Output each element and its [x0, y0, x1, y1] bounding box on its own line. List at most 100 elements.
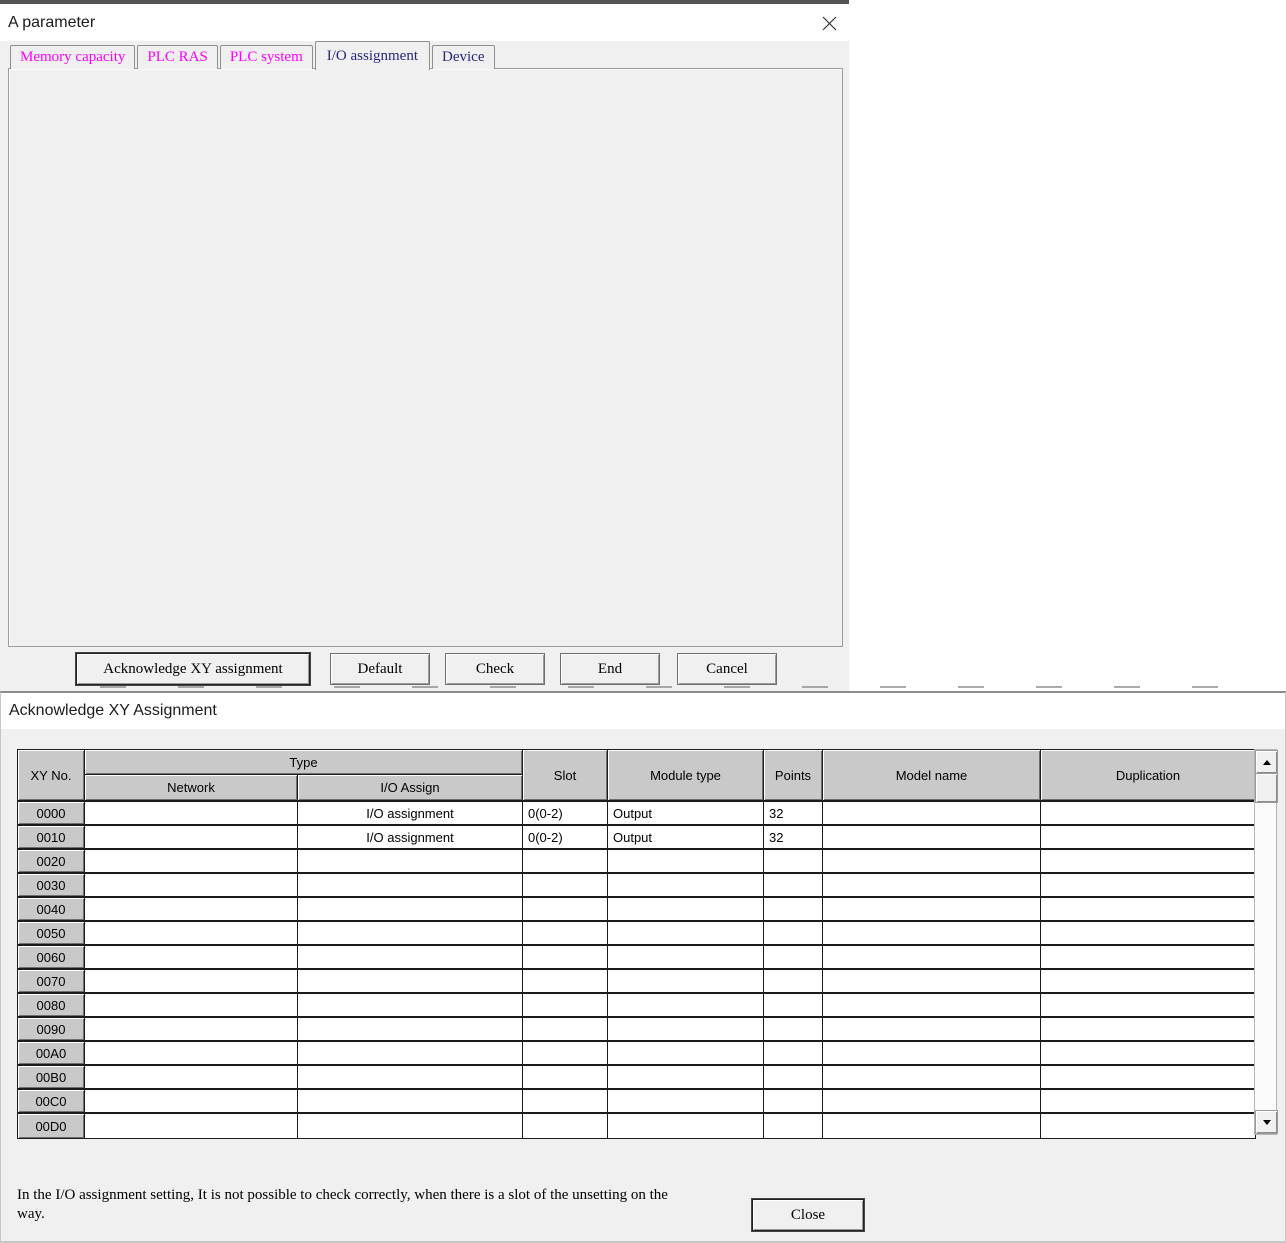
model-name-cell — [823, 1066, 1041, 1088]
slot-cell: 0(0-2) — [523, 802, 608, 824]
check-button[interactable]: Check — [445, 653, 545, 685]
scrollbar-thumb[interactable] — [1255, 773, 1278, 803]
model-name-cell — [823, 874, 1041, 896]
ack-dialog-titlebar: Acknowledge XY Assignment — [1, 693, 1285, 729]
background-window-remnant — [100, 686, 1250, 688]
close-button[interactable]: Close — [752, 1199, 864, 1231]
duplication-cell — [1041, 1018, 1255, 1040]
slot-cell — [523, 1114, 608, 1138]
duplication-cell — [1041, 970, 1255, 992]
xy-no-cell: 0030 — [18, 874, 85, 896]
close-icon[interactable] — [819, 13, 839, 33]
network-cell — [85, 1114, 298, 1138]
xy-table-row: 0040 — [18, 898, 1255, 922]
module-type-cell — [608, 946, 764, 968]
xy-no-cell: 0040 — [18, 898, 85, 920]
duplication-cell — [1041, 850, 1255, 872]
xy-table-row: 0090 — [18, 1018, 1255, 1042]
acknowledge-xy-assignment-button[interactable]: Acknowledge XY assignment — [76, 653, 310, 685]
io-assignment-tab-panel — [8, 68, 843, 647]
tab-device[interactable]: Device — [432, 45, 494, 69]
xy-table-row: 0030 — [18, 874, 1255, 898]
end-button[interactable]: End — [560, 653, 660, 685]
io-assign-cell — [298, 922, 523, 944]
points-cell — [764, 1018, 823, 1040]
module-type-cell — [608, 1018, 764, 1040]
points-cell — [764, 1042, 823, 1064]
xy-table-row: 00A0 — [18, 1042, 1255, 1066]
xy-no-cell: 00D0 — [18, 1114, 85, 1138]
tab-memory-capacity[interactable]: Memory capacity — [10, 45, 135, 69]
xy-no-cell: 00A0 — [18, 1042, 85, 1064]
io-assign-cell — [298, 1066, 523, 1088]
acknowledge-xy-dialog: Acknowledge XY Assignment XY No. Type Ne… — [0, 691, 1286, 1243]
xy-table-row: 00D0 — [18, 1114, 1255, 1138]
xy-no-cell: 0010 — [18, 826, 85, 848]
points-cell: 32 — [764, 802, 823, 824]
io-assign-cell — [298, 1090, 523, 1112]
xy-no-cell: 0000 — [18, 802, 85, 824]
cancel-button[interactable]: Cancel — [677, 653, 777, 685]
slot-cell — [523, 874, 608, 896]
network-cell — [85, 1090, 298, 1112]
duplication-cell — [1041, 898, 1255, 920]
model-name-cell — [823, 970, 1041, 992]
network-cell — [85, 1018, 298, 1040]
duplication-cell — [1041, 922, 1255, 944]
duplication-cell — [1041, 1114, 1255, 1138]
model-name-cell — [823, 946, 1041, 968]
scrollbar-down-button[interactable] — [1255, 1110, 1278, 1134]
tab-label: Device — [442, 49, 484, 66]
network-cell — [85, 1042, 298, 1064]
slot-cell — [523, 850, 608, 872]
io-assign-cell — [298, 1018, 523, 1040]
module-type-cell — [608, 898, 764, 920]
network-cell — [85, 994, 298, 1016]
tab-plc-system[interactable]: PLC system — [220, 45, 313, 69]
xy-table-row: 0020 — [18, 850, 1255, 874]
io-assign-cell — [298, 898, 523, 920]
points-cell — [764, 874, 823, 896]
module-type-cell — [608, 994, 764, 1016]
xy-no-cell: 0060 — [18, 946, 85, 968]
tab-plc-ras[interactable]: PLC RAS — [137, 45, 217, 69]
module-type-cell — [608, 850, 764, 872]
scrollbar-up-button[interactable] — [1255, 750, 1278, 774]
down-arrow-icon — [1263, 1120, 1271, 1125]
tab-label: Memory capacity — [20, 49, 125, 66]
points-cell — [764, 1114, 823, 1138]
points-cell — [764, 946, 823, 968]
points-cell — [764, 898, 823, 920]
module-type-cell: Output — [608, 826, 764, 848]
module-type-cell — [608, 1090, 764, 1112]
xy-table-scrollbar[interactable] — [1254, 749, 1277, 1135]
model-name-cell — [823, 1042, 1041, 1064]
model-name-cell — [823, 994, 1041, 1016]
network-cell — [85, 874, 298, 896]
ack-dialog-title: Acknowledge XY Assignment — [1, 702, 217, 720]
xy-no-cell: 00B0 — [18, 1066, 85, 1088]
model-name-cell — [823, 850, 1041, 872]
model-name-cell — [823, 1018, 1041, 1040]
duplication-cell — [1041, 946, 1255, 968]
module-type-cell — [608, 1114, 764, 1138]
network-cell — [85, 826, 298, 848]
param-dialog: A parameter Memory capacityPLC RASPLC sy… — [0, 0, 849, 691]
points-cell — [764, 994, 823, 1016]
xy-table-row: 0070 — [18, 970, 1255, 994]
module-type-column-header: Module type — [608, 750, 764, 800]
points-cell — [764, 970, 823, 992]
slot-cell — [523, 1018, 608, 1040]
duplication-cell — [1041, 1090, 1255, 1112]
duplication-cell — [1041, 994, 1255, 1016]
model-name-cell — [823, 1090, 1041, 1112]
io-assign-cell — [298, 970, 523, 992]
type-column-header: Type — [85, 750, 523, 775]
module-type-cell — [608, 874, 764, 896]
network-cell — [85, 946, 298, 968]
points-cell — [764, 922, 823, 944]
tab-label: PLC system — [230, 49, 303, 66]
default-button[interactable]: Default — [330, 653, 430, 685]
tab-i-o-assignment[interactable]: I/O assignment — [315, 41, 430, 70]
xy-table-row: 0080 — [18, 994, 1255, 1018]
